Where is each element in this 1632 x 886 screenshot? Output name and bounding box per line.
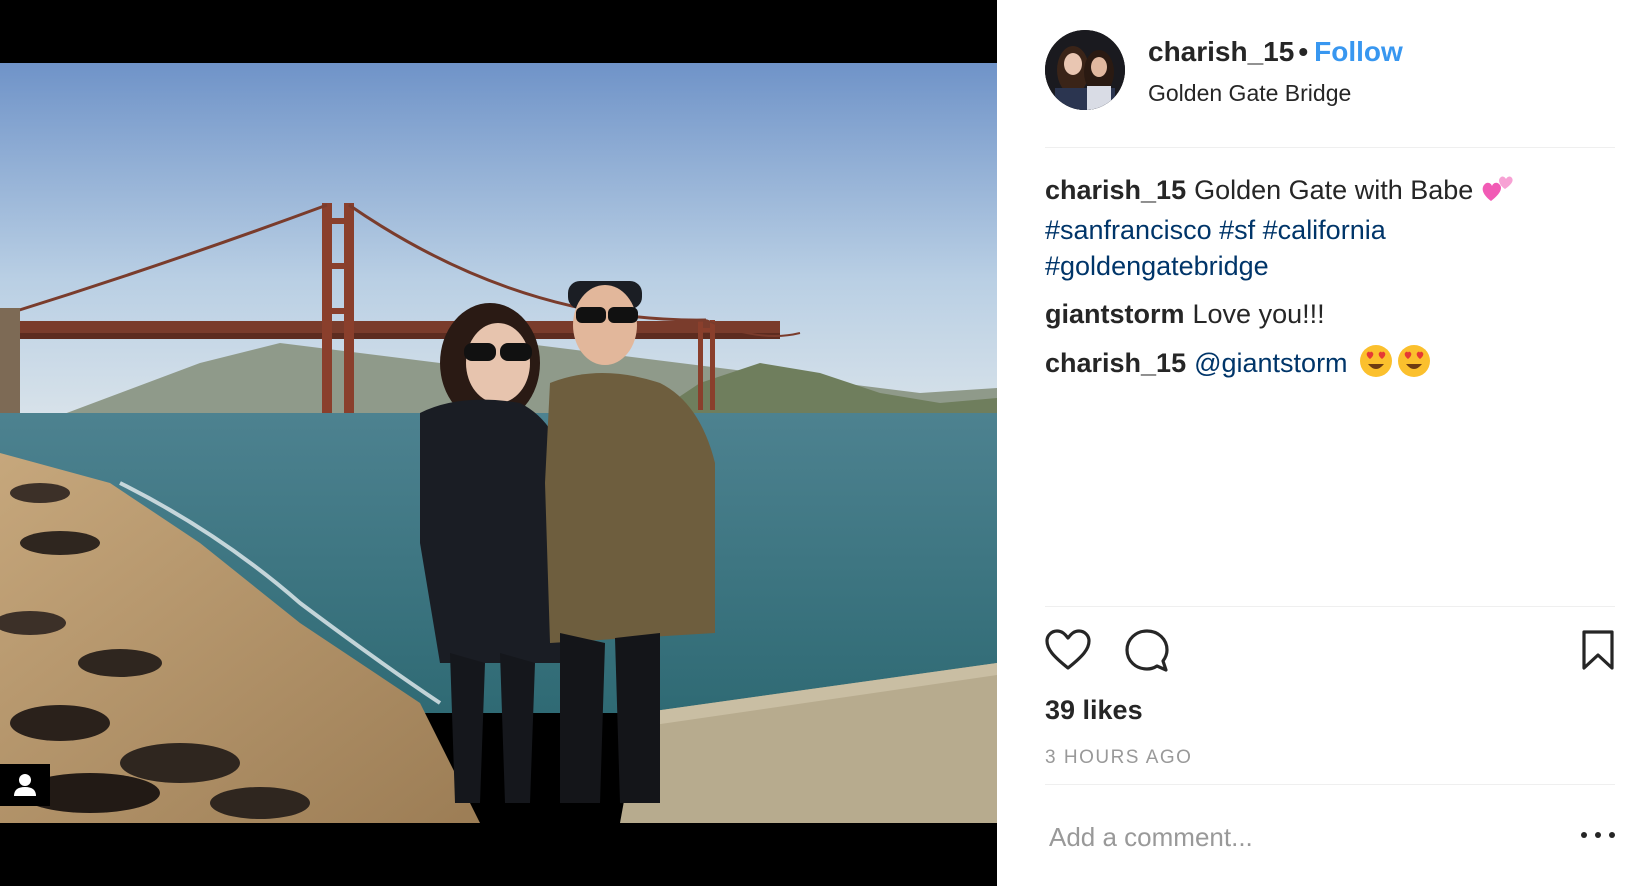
dot-icon [1595, 832, 1601, 838]
hashtag-link[interactable]: #california [1263, 215, 1386, 245]
caption: charish_15 Golden Gate with Babe #sanfran… [1045, 172, 1605, 284]
heart-eyes-icon [1397, 344, 1431, 387]
likes-count[interactable]: 39 likes [1045, 695, 1143, 726]
like-button[interactable] [1045, 629, 1091, 676]
comments-list: charish_15 Golden Gate with Babe #sanfran… [1045, 172, 1605, 399]
photo-pane [0, 0, 997, 886]
profile-photo [1045, 30, 1125, 110]
comment-button[interactable] [1125, 629, 1169, 678]
tagged-people-button[interactable] [0, 764, 50, 806]
dot-icon [1609, 832, 1615, 838]
comment-username[interactable]: charish_15 [1045, 348, 1186, 378]
dot-icon [1581, 832, 1587, 838]
hashtag-link[interactable]: #goldengatebridge [1045, 251, 1269, 281]
speech-bubble-icon [1125, 629, 1169, 672]
post-actions: 39 likes 3 HOURS AGO [1045, 606, 1615, 786]
username-link[interactable]: charish_15 [1148, 36, 1294, 67]
save-button[interactable] [1581, 629, 1615, 676]
more-options-button[interactable] [1581, 825, 1615, 845]
heart-eyes-icon [1359, 344, 1393, 387]
location-link[interactable]: Golden Gate Bridge [1148, 80, 1351, 107]
separator: • [1298, 36, 1309, 67]
avatar[interactable] [1045, 30, 1125, 110]
comment-item: giantstorm Love you!!! [1045, 296, 1605, 332]
header-title: charish_15 • Follow [1148, 36, 1403, 68]
comment-text: Golden Gate with Babe [1194, 175, 1474, 205]
comment-input[interactable] [1045, 815, 1545, 859]
user-icon [14, 774, 36, 796]
mention-link[interactable]: @giantstorm [1194, 348, 1347, 378]
two-hearts-icon [1481, 173, 1515, 212]
follow-button[interactable]: Follow [1314, 36, 1403, 67]
hashtag-link[interactable]: #sf [1219, 215, 1255, 245]
golden-gate-couple-photo [0, 63, 997, 823]
hashtag-link[interactable]: #sanfrancisco [1045, 215, 1212, 245]
post-photo[interactable] [0, 63, 997, 823]
comment-username[interactable]: charish_15 [1045, 175, 1186, 205]
post-header: charish_15 • Follow Golden Gate Bridge [1045, 30, 1615, 148]
post-timestamp: 3 HOURS AGO [1045, 747, 1193, 768]
bookmark-icon [1582, 630, 1614, 670]
add-comment-section [1045, 784, 1615, 886]
comment-item: charish_15 @giantstorm [1045, 344, 1605, 387]
post-details-pane: charish_15 • Follow Golden Gate Bridge cha… [997, 0, 1632, 886]
comment-username[interactable]: giantstorm [1045, 299, 1185, 329]
comment-text: Love you!!! [1192, 299, 1325, 329]
heart-icon [1045, 629, 1091, 670]
